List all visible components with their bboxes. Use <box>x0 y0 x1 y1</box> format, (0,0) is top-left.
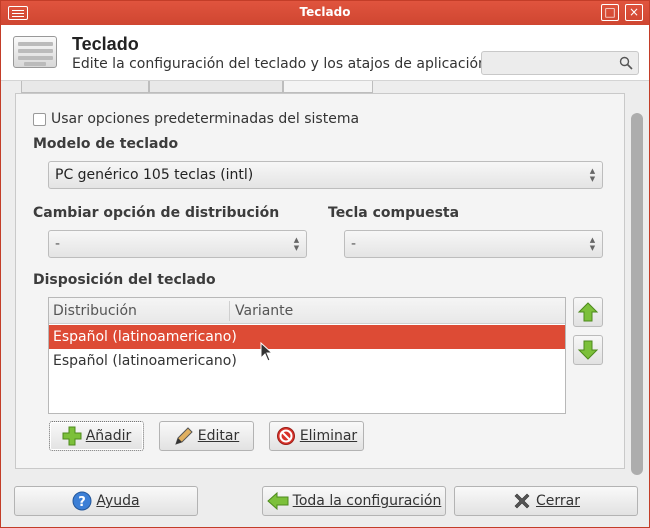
layouts-table[interactable]: Distribución Variante Español (latinoame… <box>48 297 566 414</box>
tab-distribucion[interactable] <box>283 81 373 93</box>
add-layout-button[interactable]: Añadir <box>49 421 144 451</box>
table-row[interactable]: Español (latinoamericano) <box>49 349 565 373</box>
move-up-button[interactable] <box>573 297 603 327</box>
arrow-down-icon <box>577 340 599 360</box>
move-down-button[interactable] <box>573 335 603 365</box>
layout-switch-label: Cambiar opción de distribución <box>33 205 280 221</box>
remove-layout-button[interactable]: Eliminar <box>269 421 364 451</box>
notebook-tabs <box>15 81 625 93</box>
edit-layout-button[interactable]: Editar <box>159 421 254 451</box>
spin-arrows-icon: ▲ ▼ <box>589 236 596 252</box>
help-icon: ? <box>72 491 92 511</box>
keyboard-model-label: Modelo de teclado <box>33 136 179 152</box>
dialog-header: Teclado Edite la configuración del tecla… <box>1 25 649 81</box>
search-icon <box>619 56 633 70</box>
close-label: Cerrar <box>536 493 580 509</box>
compose-key-label: Tecla compuesta <box>328 205 460 221</box>
tab-comportamiento[interactable] <box>21 81 149 93</box>
arrow-up-icon <box>577 302 599 322</box>
table-header: Distribución Variante <box>49 298 565 324</box>
remove-layout-label: Eliminar <box>299 428 358 444</box>
search-input[interactable] <box>481 51 639 75</box>
close-icon[interactable]: × <box>625 4 643 21</box>
close-x-icon <box>514 493 530 509</box>
title-bar[interactable]: Teclado □ × <box>1 1 649 25</box>
edit-layout-label: Editar <box>197 428 240 444</box>
layout-switch-value: - <box>55 236 61 252</box>
svg-text:?: ? <box>79 495 87 510</box>
keyboard-model-select[interactable]: PC genérico 105 teclas (intl) ▲ ▼ <box>48 161 603 189</box>
plus-icon <box>62 426 82 446</box>
keyboard-layout-label: Disposición del teclado <box>33 272 216 288</box>
use-system-defaults-checkbox[interactable] <box>33 112 46 126</box>
all-settings-label: Toda la configuración <box>292 493 442 509</box>
row-layout-cell: Español (latinoamericano) <box>53 329 237 345</box>
mouse-cursor-icon <box>260 342 274 362</box>
column-header-variant[interactable]: Variante <box>235 303 293 319</box>
close-button[interactable]: Cerrar <box>454 486 638 516</box>
compose-key-select[interactable]: - ▲ ▼ <box>344 230 603 258</box>
compose-key-value: - <box>351 236 357 252</box>
scrollbar-thumb[interactable] <box>631 113 643 475</box>
keyboard-model-value: PC genérico 105 teclas (intl) <box>55 167 254 183</box>
all-settings-button[interactable]: Toda la configuración <box>262 486 446 516</box>
spin-arrows-icon: ▲ ▼ <box>293 236 300 252</box>
scrollbar[interactable] <box>631 93 645 477</box>
use-system-defaults-option[interactable]: Usar opciones predeterminadas del sistem… <box>33 110 359 128</box>
window-title: Teclado <box>299 5 351 19</box>
keyboard-settings-window: Teclado □ × Teclado Edite la configuraci… <box>0 0 650 528</box>
help-button[interactable]: ? Ayuda <box>14 486 198 516</box>
delete-icon <box>276 427 295 445</box>
add-layout-label: Añadir <box>85 428 132 444</box>
table-row[interactable]: Español (latinoamericano) <box>49 325 565 349</box>
spin-arrows-icon: ▲ ▼ <box>589 167 596 183</box>
use-system-defaults-label: Usar opciones predeterminadas del sistem… <box>51 111 360 127</box>
row-layout-cell: Español (latinoamericano) <box>53 353 237 369</box>
column-header-layout[interactable]: Distribución <box>53 303 137 319</box>
keyboard-icon <box>13 36 57 68</box>
help-label: Ayuda <box>96 493 140 509</box>
arrow-left-icon <box>266 491 289 511</box>
maximize-icon[interactable]: □ <box>601 4 619 21</box>
tab-atajos[interactable] <box>149 81 283 93</box>
page-subtitle: Edite la configuración del teclado y los… <box>72 56 487 72</box>
page-title: Teclado <box>72 34 139 54</box>
layout-switch-select[interactable]: - ▲ ▼ <box>48 230 307 258</box>
pencil-icon <box>174 427 193 445</box>
